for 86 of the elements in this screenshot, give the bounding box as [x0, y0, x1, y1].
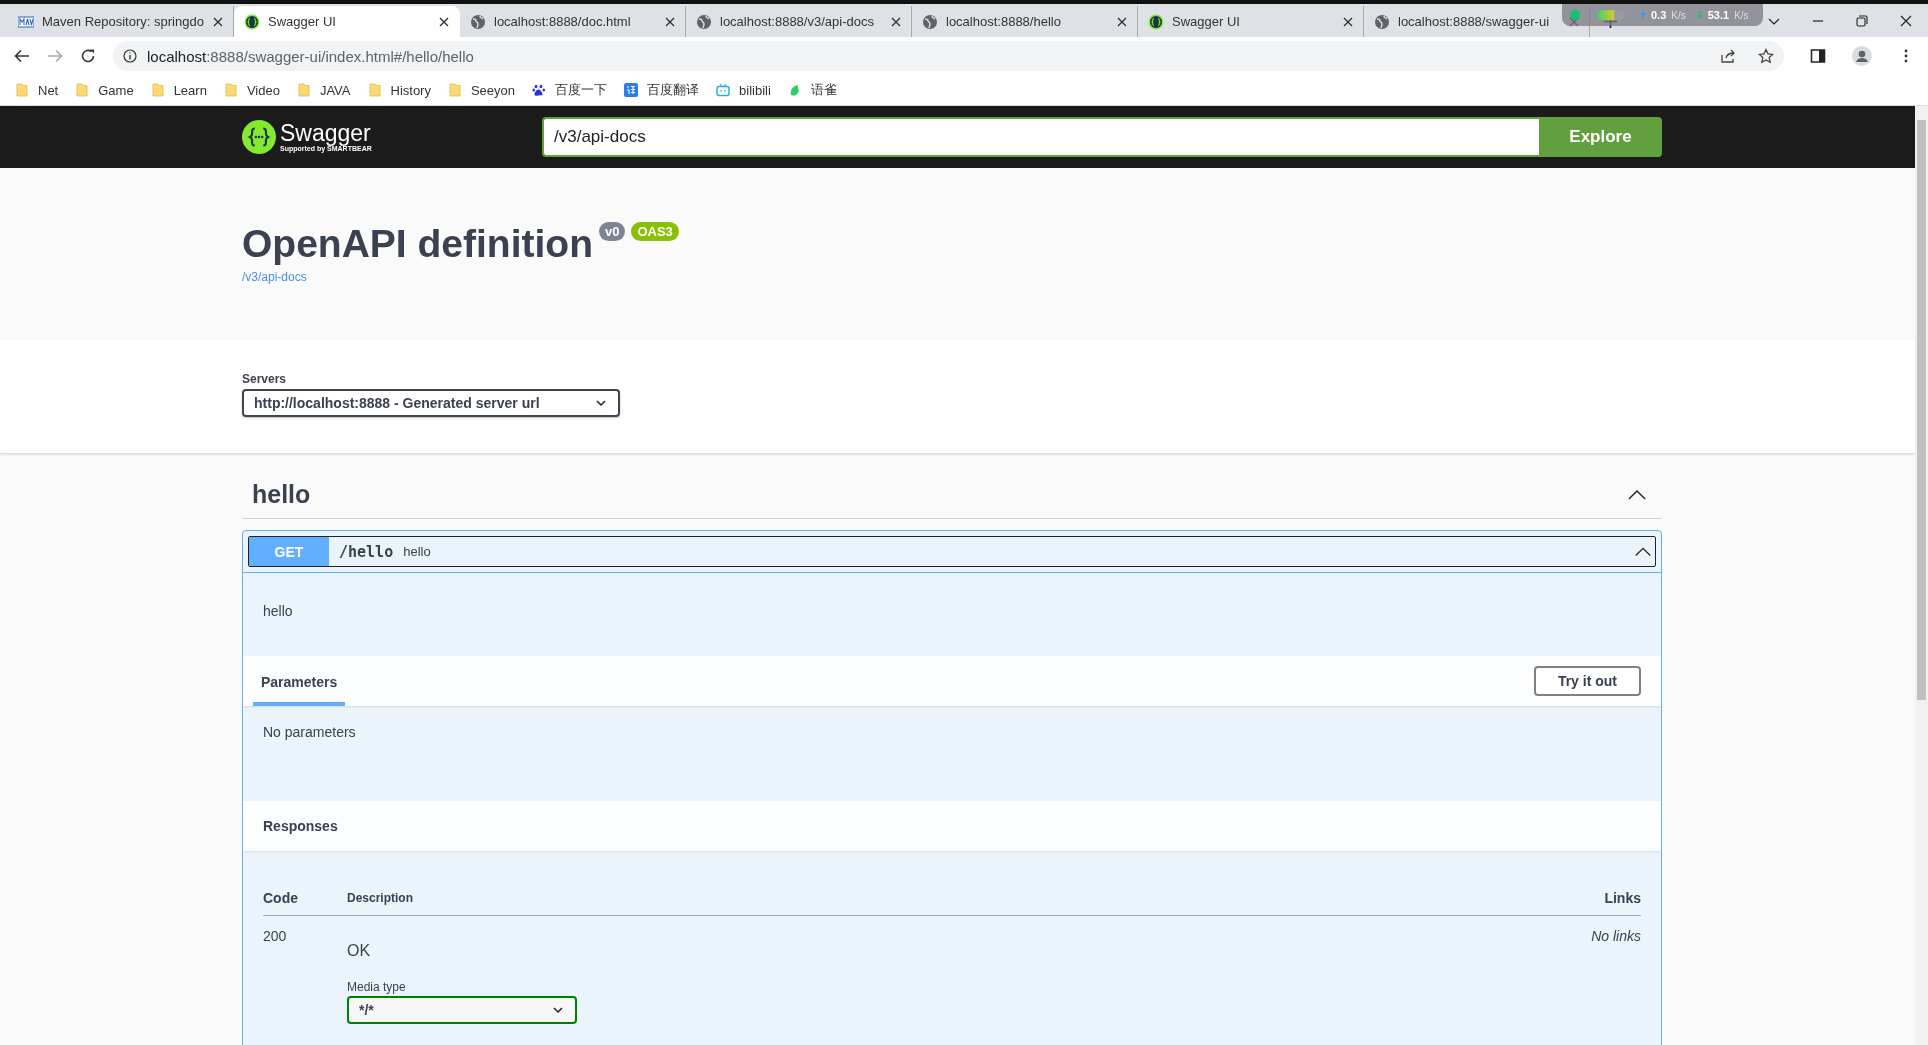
close-icon[interactable]: [1343, 16, 1353, 27]
close-icon[interactable]: [1900, 14, 1912, 27]
server-select[interactable]: http://localhost:8888 - Generated server url: [242, 389, 620, 417]
speed-unit: K/s: [1671, 9, 1686, 21]
method-badge: GET: [249, 537, 329, 566]
close-icon[interactable]: [1117, 16, 1127, 27]
version-badge: v0: [599, 222, 626, 241]
no-parameters-text: No parameters: [263, 724, 356, 740]
folder-icon: [223, 83, 238, 97]
folder-icon: [150, 83, 165, 97]
column-header: Links: [1603, 890, 1641, 906]
operation-summary[interactable]: GET /hello hello: [248, 536, 1656, 567]
side-panel-icon[interactable]: [1810, 48, 1826, 64]
maven-icon: [18, 13, 34, 30]
speed-unit: K/s: [1734, 9, 1749, 21]
folder-icon: [296, 83, 311, 97]
bookmark[interactable]: bilibili: [716, 82, 771, 98]
browser-tab[interactable]: Swagger UI: [234, 6, 460, 37]
globe-icon: [696, 13, 712, 30]
chevron-up-icon: [1628, 488, 1646, 500]
scrollbar[interactable]: [1915, 106, 1928, 1045]
response-code: 200: [263, 928, 288, 946]
back-icon[interactable]: [14, 48, 30, 64]
upload-speed: 0.3: [1651, 9, 1667, 21]
bookmark[interactable]: Seeyon: [447, 82, 516, 98]
folder-icon: [75, 83, 90, 97]
bookmark[interactable]: Game: [75, 82, 134, 98]
bookmark[interactable]: Net: [15, 82, 59, 98]
parameters-tab[interactable]: Parameters: [253, 657, 346, 706]
tag-header[interactable]: hello: [242, 470, 1662, 519]
swagger-logo-icon: [242, 120, 276, 154]
url-field[interactable]: /v3/api-docs: [542, 117, 1539, 157]
swagger-icon: [244, 13, 260, 30]
operation-summary-text: hello: [403, 544, 431, 559]
try-it-out-button[interactable]: Try it out: [1533, 666, 1641, 696]
info-icon[interactable]: [123, 49, 137, 63]
share-icon[interactable]: [1720, 48, 1736, 64]
folder-icon: [367, 83, 382, 97]
download-arrow-icon: [1696, 11, 1703, 19]
tag-name: hello: [252, 479, 311, 509]
status-dot: [1570, 10, 1580, 20]
upload-arrow-icon: [1640, 11, 1646, 19]
media-type-label: Media type: [347, 980, 407, 994]
bookmark[interactable]: 语雀: [787, 81, 837, 99]
column-header: Code: [263, 890, 299, 906]
restore-icon[interactable]: [1856, 14, 1868, 27]
responses-heading: Responses: [263, 818, 338, 834]
response-links: No links: [1590, 928, 1641, 946]
bookmark[interactable]: 百度一下: [532, 81, 608, 99]
close-icon[interactable]: [891, 16, 901, 27]
tv-icon: [716, 83, 731, 97]
column-header: Description: [347, 891, 414, 905]
profile-icon[interactable]: [1852, 46, 1872, 66]
folder-icon: [447, 83, 462, 97]
chevron-up-icon: [1635, 546, 1651, 557]
paw-icon: [532, 83, 547, 97]
address-bar[interactable]: localhost:8888/swagger-ui/index.html#/hello/hello: [113, 41, 1784, 71]
logo-text: Swagger: [280, 121, 372, 145]
globe-icon: [922, 13, 938, 30]
media-type-select[interactable]: */*: [347, 996, 577, 1024]
response-description: OK: [347, 942, 372, 960]
bookmark[interactable]: 百度翻译: [624, 81, 700, 99]
star-icon[interactable]: [1758, 48, 1774, 64]
gauge-icon: [1597, 10, 1625, 20]
chevron-down-icon: [596, 400, 606, 406]
operation-description: hello: [263, 603, 293, 619]
bookmark[interactable]: JAVA: [296, 82, 351, 98]
bookmark[interactable]: History: [367, 82, 431, 98]
bookmark[interactable]: Learn: [150, 82, 207, 98]
close-icon[interactable]: [213, 16, 223, 27]
chevron-down-icon: [553, 1007, 563, 1013]
close-icon[interactable]: [439, 16, 449, 27]
globe-icon: [1374, 13, 1390, 30]
close-icon[interactable]: [665, 16, 675, 27]
api-title: OpenAPI definition: [242, 221, 593, 267]
oas-badge: OAS3: [631, 222, 679, 241]
bookmark[interactable]: Video: [223, 82, 280, 98]
download-speed: 53.1: [1707, 9, 1730, 21]
translate-icon: [624, 83, 639, 97]
folder-icon: [15, 83, 29, 97]
servers-label: Servers: [242, 372, 288, 386]
address-text: localhost:8888/swagger-ui/index.html#/hello/hello: [147, 47, 474, 65]
globe-icon: [470, 13, 486, 30]
reload-icon[interactable]: [80, 48, 96, 64]
swagger-icon: [1148, 13, 1164, 30]
operation-path: /hello: [339, 542, 394, 561]
